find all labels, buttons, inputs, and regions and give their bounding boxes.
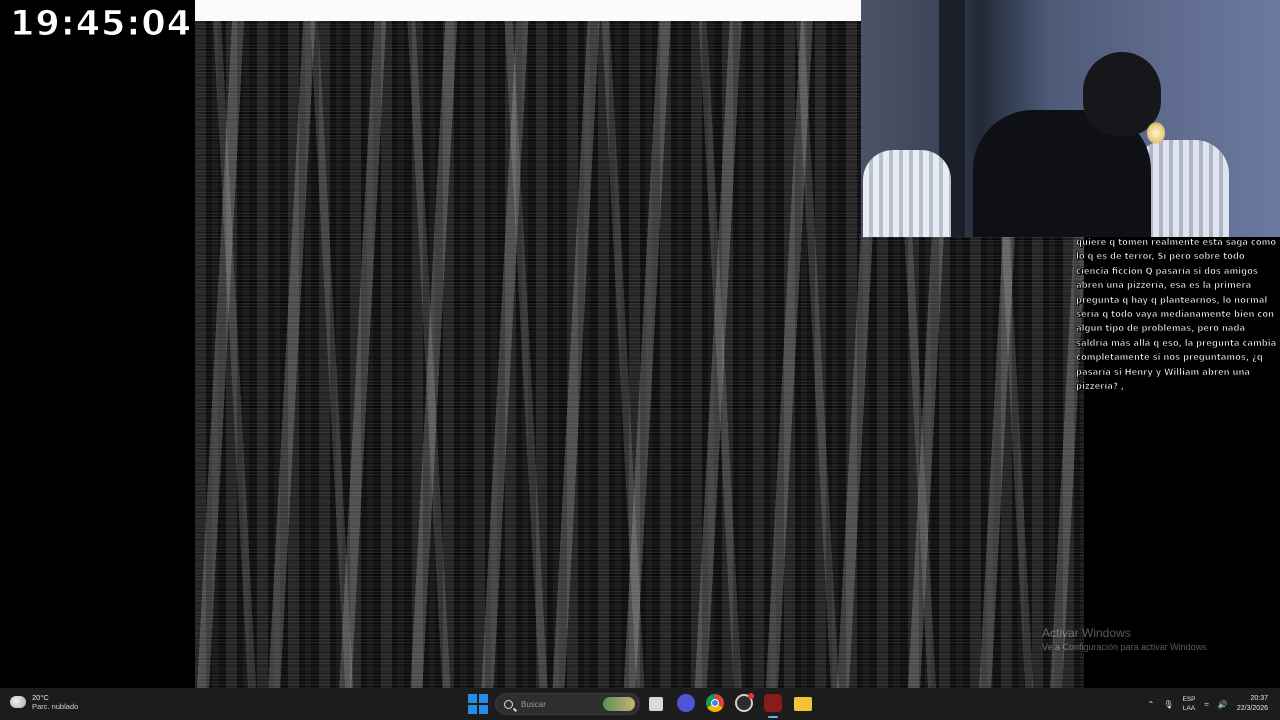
file-explorer-icon[interactable] [794,697,812,711]
search-highlight-image [603,697,635,711]
language-code: ESP [1182,696,1196,703]
system-time: 20:37 [1250,695,1268,702]
watermark-title: Activar Windows [1042,626,1131,640]
start-button[interactable] [468,694,488,714]
taskbar-search-box[interactable]: Buscar [495,693,640,715]
weather-widget[interactable]: 20°C Parc. nublado [10,693,78,711]
webcam-light-glow [1147,122,1165,144]
stream-clock-overlay: 19:45:04 [9,4,193,45]
weather-description: Parc. nublado [32,702,79,711]
chevron-up-icon[interactable]: ⌃ [1148,700,1155,709]
windows-logo-icon [468,694,477,703]
webcam-feed [861,0,1280,237]
system-tray: ⌃ 🎙 ESP LAA ≈ 🔊 20:37 22/3/2026 [1148,688,1280,720]
webcam-chair-left [863,150,951,237]
search-placeholder: Buscar [521,699,546,709]
watermark-subtitle: Ve a Configuración para activar Windows. [1042,642,1210,652]
obs-recording-icon[interactable] [735,693,754,712]
browser-window-strip [195,0,861,21]
microphone-icon[interactable]: 🎙 [1163,700,1173,709]
search-icon [504,699,513,709]
chrome-icon[interactable] [706,694,724,712]
stream-caption-text: quiere q tomen realmente está saga como … [1076,237,1277,392]
stream-screen: 19:45:04 quiere q tomen realmente está s… [0,0,1280,720]
active-app-indicator [768,716,778,718]
chat-app-icon[interactable] [677,694,695,712]
language-indicator[interactable]: ESP LAA [1182,695,1195,713]
activate-windows-watermark: Activar Windows Ve a Configuración para … [1042,626,1209,654]
taskbar: 20°C Parc. nublado Buscar ⌃ 🎙 ESP LAA ≈ … [0,688,1280,720]
wifi-icon[interactable]: ≈ [1204,700,1208,709]
task-view-icon[interactable] [649,697,663,711]
cloud-icon [10,696,26,708]
system-date: 22/3/2026 [1236,705,1268,712]
red-app-icon[interactable] [764,694,782,712]
volume-icon[interactable]: 🔊 [1218,700,1228,709]
weather-temperature: 20°C [32,693,49,702]
webcam-streamer-head [1083,52,1161,136]
keyboard-layout: LAA [1182,705,1196,712]
system-clock[interactable]: 20:37 22/3/2026 [1237,694,1268,714]
